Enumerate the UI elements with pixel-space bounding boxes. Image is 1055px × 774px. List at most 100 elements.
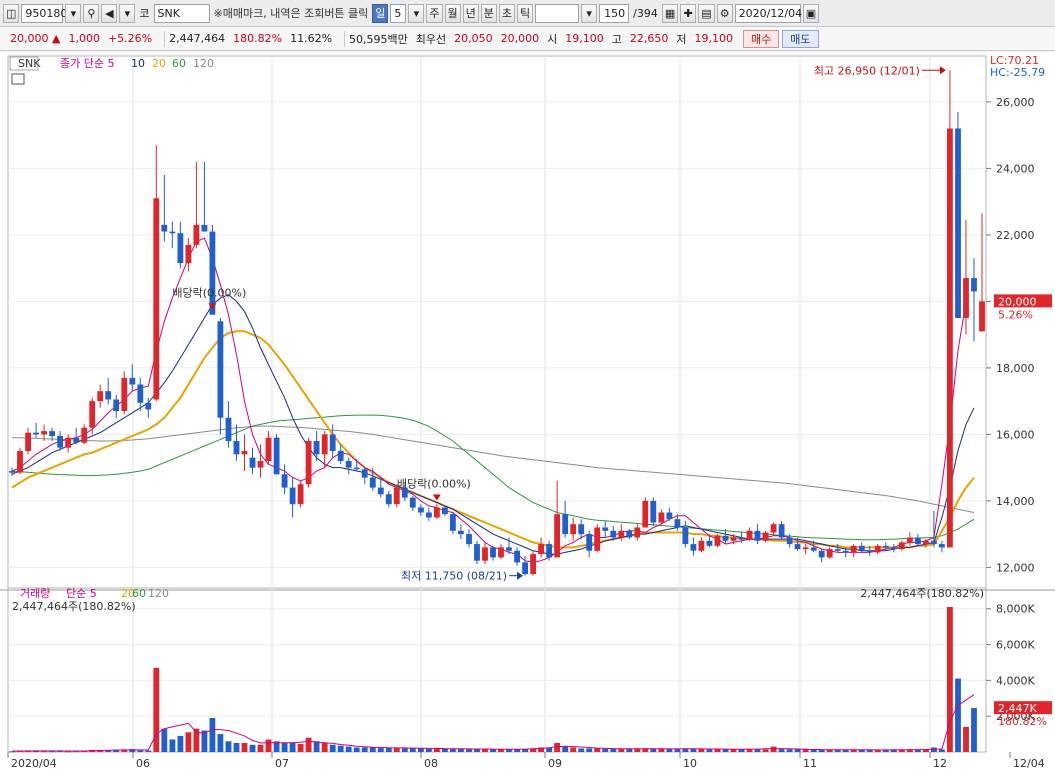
volume-tick-label: 6,000K xyxy=(996,639,1035,652)
volume-bar xyxy=(931,747,937,752)
volume-bar xyxy=(610,748,617,752)
candle xyxy=(257,461,264,468)
candle xyxy=(698,540,705,551)
crosshair-icon[interactable]: ✚ xyxy=(680,3,697,23)
trade-volume: 2,447,464 xyxy=(169,32,226,45)
candle xyxy=(113,399,120,412)
volume-bar xyxy=(209,718,216,752)
volume-bar xyxy=(786,749,793,752)
candle xyxy=(794,544,801,550)
best-ask: 20,050 xyxy=(454,32,493,45)
count-field[interactable]: 150 xyxy=(599,3,630,23)
candle xyxy=(482,547,488,561)
divider xyxy=(156,30,166,47)
current-price-value: 20,000 xyxy=(10,32,49,45)
volume-legend-item: 120 xyxy=(148,587,169,600)
toolbar: ◫ 950180 ▾ ⚲ ◀ ▾ 코 SNK ※매매마크, 내역은 조회버튼 클… xyxy=(0,0,1055,27)
volume-bar xyxy=(185,732,192,752)
candle xyxy=(385,494,392,505)
total-count: /394 xyxy=(633,6,658,20)
stock-code-input[interactable]: 950180 xyxy=(21,3,67,23)
candle xyxy=(353,467,360,470)
volume-bar xyxy=(562,746,569,752)
volume-bar xyxy=(329,744,336,752)
save-icon[interactable]: ▤ xyxy=(698,3,715,23)
candle xyxy=(17,451,23,473)
candle xyxy=(217,321,224,418)
current-volume-label: 2,447K xyxy=(998,702,1037,715)
volume-bar xyxy=(450,748,456,752)
price-tick-label: 22,000 xyxy=(996,229,1035,242)
candle xyxy=(498,547,504,558)
gear-icon[interactable]: ⚙ xyxy=(716,3,733,23)
search-icon[interactable]: ⚲ xyxy=(83,3,100,23)
date-field[interactable]: 2020/12/04 xyxy=(734,3,803,23)
volume-bar xyxy=(321,743,328,752)
volume-bar xyxy=(137,750,144,752)
volume-tick-label: 4,000K xyxy=(996,674,1035,687)
period-second-button[interactable]: 초 xyxy=(498,3,516,23)
price-tick-label: 26,000 xyxy=(996,96,1035,109)
candle xyxy=(923,540,929,545)
speaker-icon[interactable]: ◀ xyxy=(101,3,118,23)
candle xyxy=(842,550,849,553)
tick-select-dropdown-icon[interactable]: ▾ xyxy=(581,3,598,23)
period-tick-button[interactable]: 틱 xyxy=(517,3,534,23)
price-tick-label: 18,000 xyxy=(996,362,1035,375)
open-price: 19,100 xyxy=(565,32,604,45)
volume-ratio: 180.82% xyxy=(233,32,283,45)
candle xyxy=(594,527,601,551)
grid-icon[interactable]: ▦ xyxy=(661,3,679,23)
candle xyxy=(361,469,368,478)
candle xyxy=(971,278,977,292)
candle xyxy=(682,527,689,545)
window-icon[interactable]: ◫ xyxy=(3,3,20,23)
volume-bar xyxy=(955,678,961,752)
chart-canvas[interactable]: 2020/04 06 07 08 09 10 11 12 12/04 12,000 14,000 16… xyxy=(0,52,1055,774)
sell-button[interactable]: 매도 xyxy=(782,29,819,48)
volume-bar xyxy=(113,750,120,752)
volume-bar xyxy=(201,730,208,752)
chart-area[interactable]: 2020/04 06 07 08 09 10 11 12 12/04 12,000 14,000 16… xyxy=(0,52,1055,774)
volume-bar xyxy=(698,749,705,752)
volume-legend-item: 단순 5 xyxy=(66,587,97,600)
candle xyxy=(273,437,280,475)
period-count-field[interactable]: 5 xyxy=(390,3,407,23)
volume-bar xyxy=(594,748,601,752)
period-month-button[interactable]: 월 xyxy=(444,3,461,23)
candle xyxy=(249,457,256,468)
volume-bar xyxy=(297,743,304,752)
candle xyxy=(25,432,31,451)
volume-bar xyxy=(426,748,432,752)
calendar-icon[interactable]: ▣ xyxy=(802,3,820,23)
candle xyxy=(602,527,609,531)
tick-select[interactable] xyxy=(535,3,580,23)
candle xyxy=(225,417,232,442)
x-tick-label: 08 xyxy=(424,757,438,770)
volume-bar xyxy=(337,745,344,752)
period-day-button[interactable]: 일 xyxy=(372,3,389,23)
price-tick-label: 12,000 xyxy=(996,561,1035,574)
candle xyxy=(570,524,577,535)
dropdown-icon[interactable]: ▾ xyxy=(65,3,82,23)
period-count-dropdown-icon[interactable]: ▾ xyxy=(408,3,425,23)
price-legend-item: 60 xyxy=(172,57,186,70)
period-week-button[interactable]: 주 xyxy=(426,3,443,23)
period-year-button[interactable]: 년 xyxy=(462,3,479,23)
volume-bar xyxy=(409,748,416,752)
price-tick-label: 24,000 xyxy=(996,162,1035,175)
candle xyxy=(137,384,144,403)
volume-bar xyxy=(706,749,713,752)
candle xyxy=(105,391,112,400)
buy-button[interactable]: 매수 xyxy=(743,29,780,48)
market-dropdown-icon[interactable]: ▾ xyxy=(119,3,136,23)
date-value: 2020/12/04 xyxy=(738,6,803,20)
stock-name-field[interactable]: SNK xyxy=(153,3,210,23)
candle xyxy=(955,128,961,318)
best-quote-label: 최우선 xyxy=(415,32,447,46)
volume-bar xyxy=(746,749,753,752)
trade-amount: 50,595백만 xyxy=(349,32,408,46)
volume-bar xyxy=(498,749,504,752)
period-minute-button[interactable]: 분 xyxy=(480,3,497,23)
current-volume-rate-label: 180.82% xyxy=(998,715,1047,728)
